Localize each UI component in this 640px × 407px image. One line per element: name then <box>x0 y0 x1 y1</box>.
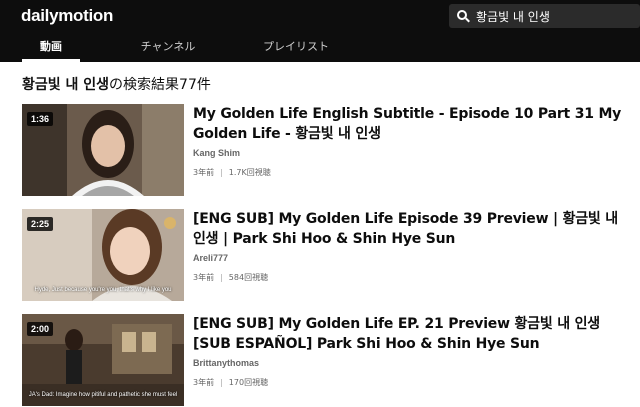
video-meta: 3年前 | 584回視聴 <box>193 273 269 282</box>
upload-age: 3年前 <box>193 273 215 282</box>
results-query: 황금빛 내 인생 <box>22 77 110 93</box>
search-icon[interactable] <box>457 9 470 23</box>
results-heading: 황금빛 내 인생の検索結果77件 <box>22 74 211 94</box>
video-thumbnail[interactable]: 2:00 JA's Dad: Imagine how pitiful and p… <box>22 314 184 406</box>
search-input[interactable] <box>476 9 636 23</box>
video-title[interactable]: [ENG SUB] My Golden Life Episode 39 Prev… <box>193 209 622 249</box>
top-bar: dailymotion 動画 チャンネル プレイリスト <box>0 0 640 62</box>
view-count: 1.7K回視聴 <box>228 168 271 177</box>
video-title[interactable]: My Golden Life English Subtitle - Episod… <box>193 104 622 144</box>
results-count: の検索結果77件 <box>109 77 211 93</box>
video-duration: 2:00 <box>27 322 54 336</box>
tab-playlists[interactable]: プレイリスト <box>254 38 338 62</box>
channel-name[interactable]: Areli777 <box>193 253 228 263</box>
video-duration: 1:36 <box>27 112 54 126</box>
search-box[interactable] <box>449 4 640 28</box>
result-item[interactable]: 2:00 JA's Dad: Imagine how pitiful and p… <box>22 314 622 406</box>
result-item[interactable]: 1:36 My Golden Life English Subtitle - E… <box>22 104 622 196</box>
video-thumbnail[interactable]: 1:36 <box>22 104 184 196</box>
dailymotion-logo[interactable]: dailymotion <box>21 6 113 26</box>
video-meta: 3年前 | 170回視聴 <box>193 378 269 387</box>
video-title[interactable]: [ENG SUB] My Golden Life EP. 21 Preview … <box>193 314 622 354</box>
channel-name[interactable]: Kang Shim <box>193 148 240 158</box>
subtitle-overlay: JA's Dad: Imagine how pitiful and pathet… <box>28 392 178 398</box>
view-count: 170回視聴 <box>228 378 269 387</box>
tab-channels[interactable]: チャンネル <box>128 38 208 62</box>
channel-name[interactable]: Brittanythomas <box>193 358 259 368</box>
result-item[interactable]: 2:25 Hyde, Just because you're you, that… <box>22 209 622 301</box>
tabs: 動画 チャンネル プレイリスト <box>0 38 640 62</box>
view-count: 584回視聴 <box>228 273 269 282</box>
tab-videos[interactable]: 動画 <box>22 38 80 62</box>
video-meta: 3年前 | 1.7K回視聴 <box>193 168 271 177</box>
video-duration: 2:25 <box>27 217 54 231</box>
upload-age: 3年前 <box>193 168 215 177</box>
video-thumbnail[interactable]: 2:25 Hyde, Just because you're you, that… <box>22 209 184 301</box>
upload-age: 3年前 <box>193 378 215 387</box>
subtitle-overlay: Hyde, Just because you're you, that's wh… <box>34 287 172 293</box>
